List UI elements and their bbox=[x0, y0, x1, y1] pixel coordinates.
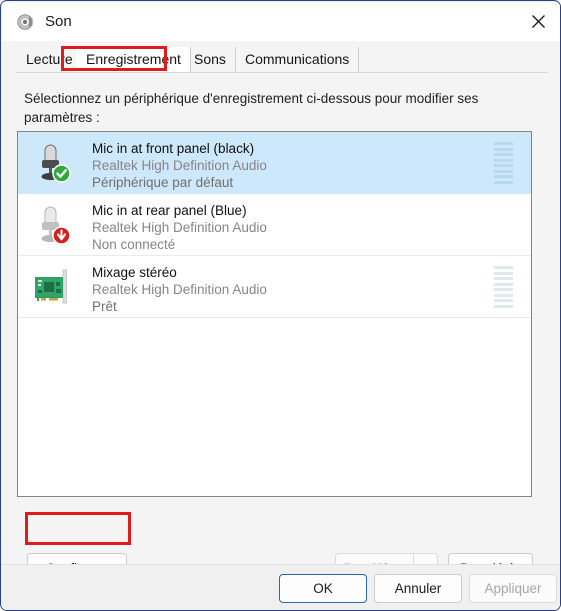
recording-device-list[interactable]: Mic in at front panel (black) Realtek Hi… bbox=[17, 131, 532, 497]
sound-card-icon bbox=[32, 265, 78, 309]
cancel-button[interactable]: Annuler bbox=[374, 574, 462, 603]
apply-button[interactable]: Appliquer bbox=[469, 574, 557, 603]
tab-lecture[interactable]: Lecture bbox=[16, 47, 83, 72]
title-bar: Son bbox=[2, 2, 560, 41]
close-icon[interactable] bbox=[516, 2, 560, 40]
device-driver: Realtek High Definition Audio bbox=[92, 282, 267, 297]
device-driver: Realtek High Definition Audio bbox=[92, 158, 267, 173]
volume-meter bbox=[494, 142, 513, 184]
speaker-icon bbox=[16, 12, 36, 32]
tab-sons[interactable]: Sons bbox=[184, 47, 236, 72]
microphone-disabled-icon bbox=[32, 203, 78, 247]
sound-settings-dialog: Son Lecture Enregistrement Sons Communic… bbox=[0, 0, 561, 611]
device-driver: Realtek High Definition Audio bbox=[92, 220, 267, 235]
tab-separator bbox=[16, 72, 547, 73]
device-info: Mic in at front panel (black) Realtek Hi… bbox=[92, 140, 471, 191]
device-info: Mixage stéréo Realtek High Definition Au… bbox=[92, 264, 471, 315]
device-status: Périphérique par défaut bbox=[92, 175, 234, 190]
tab-communications[interactable]: Communications bbox=[235, 47, 360, 72]
microphone-icon bbox=[32, 141, 78, 185]
window-title: Son bbox=[45, 13, 72, 30]
device-name: Mic in at front panel (black) bbox=[92, 141, 255, 156]
list-item[interactable]: Mic in at front panel (black) Realtek Hi… bbox=[18, 132, 531, 194]
device-status: Non connecté bbox=[92, 237, 176, 252]
tab-enregistrement[interactable]: Enregistrement bbox=[76, 47, 191, 72]
list-item[interactable]: Mic in at rear panel (Blue) Realtek High… bbox=[18, 194, 531, 256]
device-name: Mixage stéréo bbox=[92, 265, 177, 280]
device-info: Mic in at rear panel (Blue) Realtek High… bbox=[92, 202, 471, 253]
tab-strip: Lecture Enregistrement Sons Communicatio… bbox=[2, 47, 560, 73]
instruction-text: Sélectionnez un périphérique d'enregistr… bbox=[24, 91, 479, 125]
ok-button[interactable]: OK bbox=[279, 574, 367, 603]
device-status: Prêt bbox=[92, 299, 117, 314]
dialog-body: Lecture Enregistrement Sons Communicatio… bbox=[2, 41, 560, 610]
device-name: Mic in at rear panel (Blue) bbox=[92, 203, 247, 218]
dialog-footer: OK Annuler Appliquer bbox=[2, 564, 560, 610]
list-item[interactable]: Mixage stéréo Realtek High Definition Au… bbox=[18, 256, 531, 318]
volume-meter bbox=[494, 266, 513, 308]
